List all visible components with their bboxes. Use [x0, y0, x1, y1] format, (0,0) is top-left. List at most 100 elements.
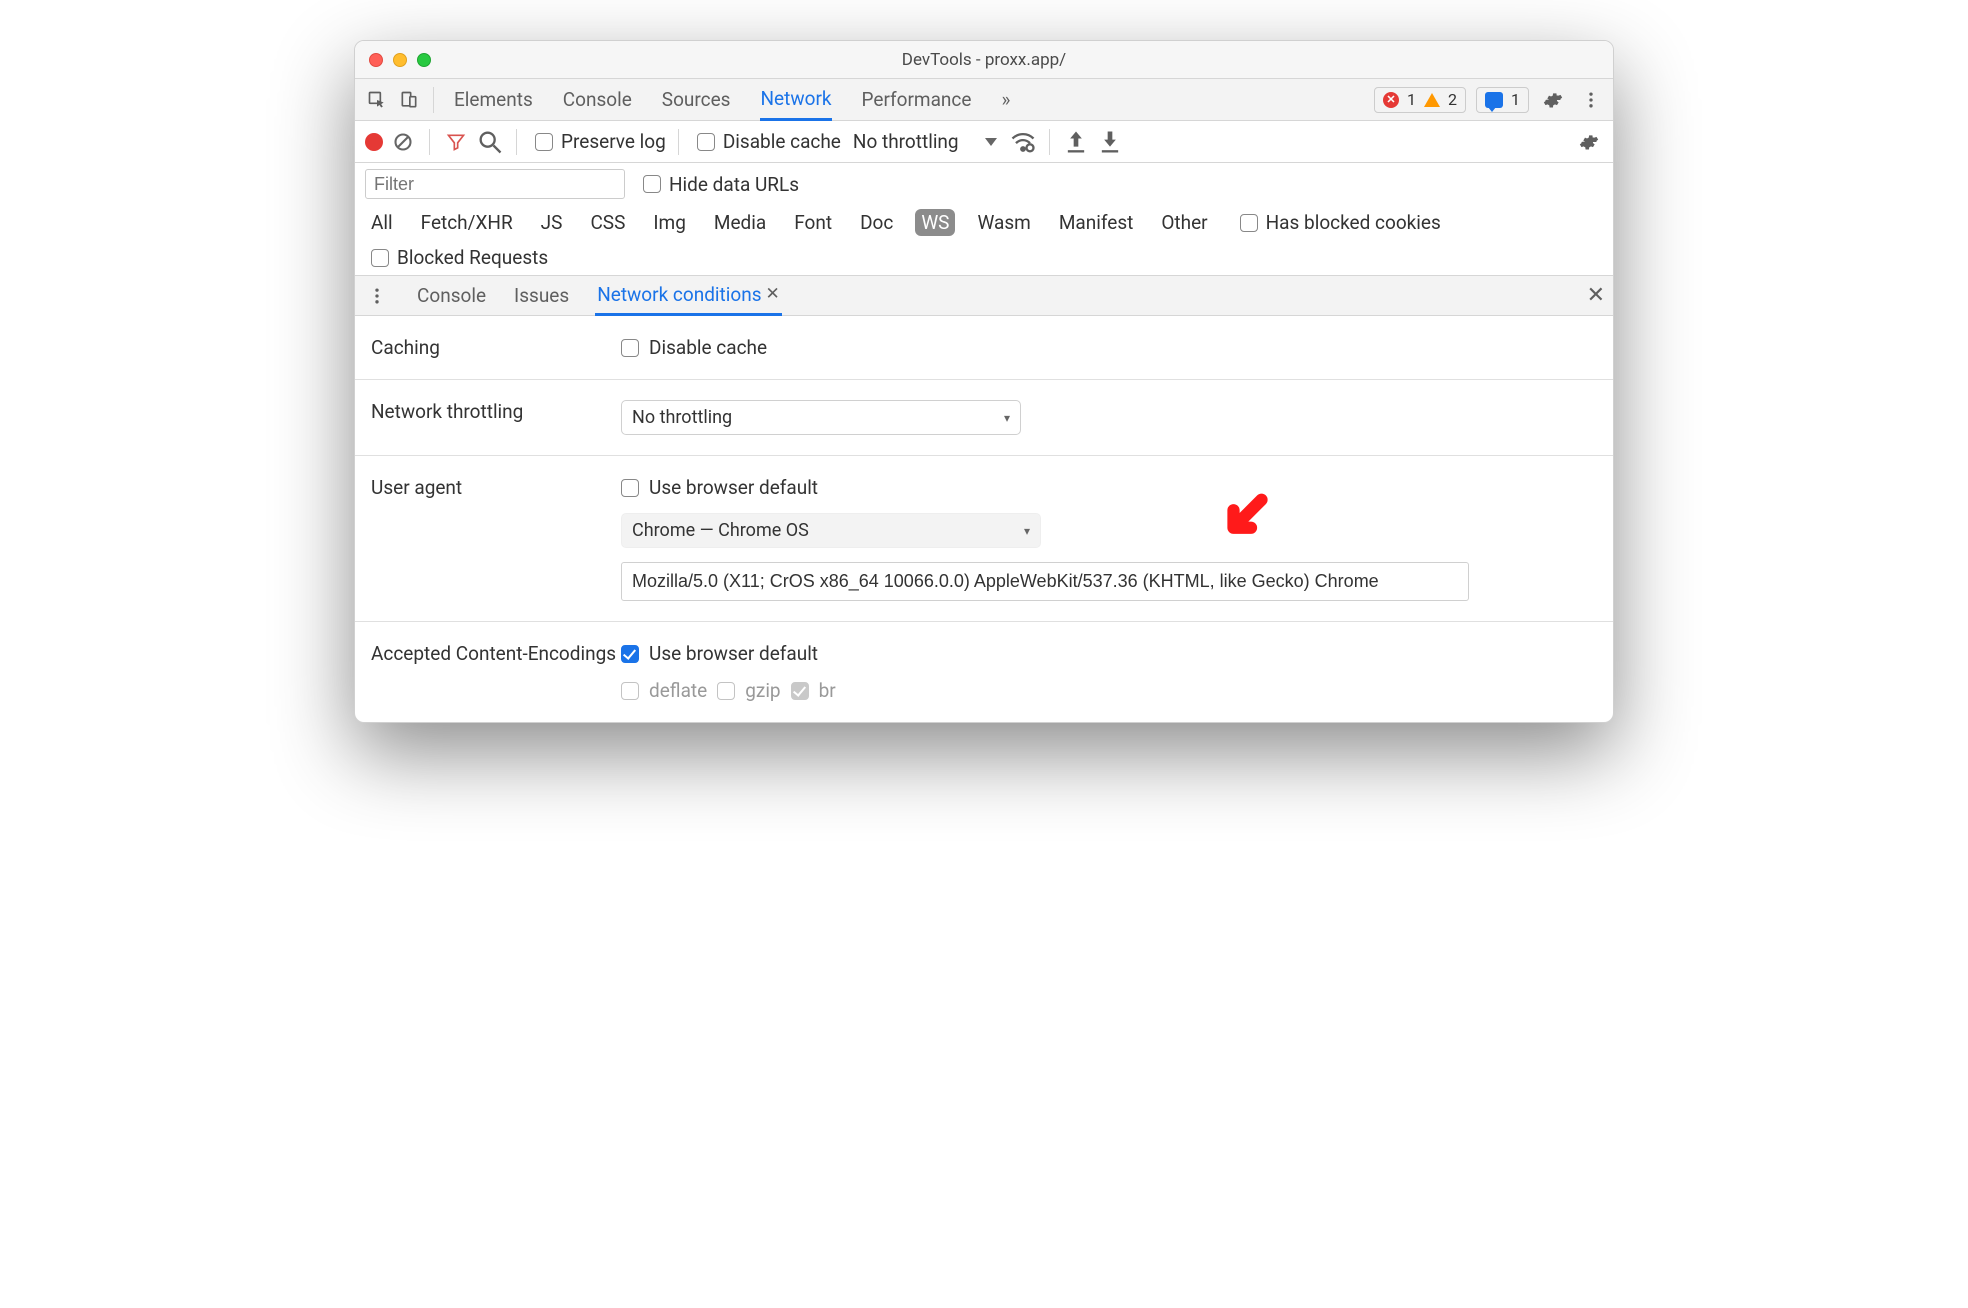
- drawer-tab-label: Network conditions: [597, 283, 761, 306]
- ua-selected-value: Chrome — Chrome OS: [632, 520, 809, 541]
- network-conditions-icon[interactable]: [1009, 128, 1037, 156]
- drawer-tabs: Console Issues Network conditions ✕ ✕: [355, 276, 1613, 316]
- type-fetchxhr[interactable]: Fetch/XHR: [415, 209, 519, 236]
- filter-input[interactable]: [365, 169, 625, 199]
- type-all[interactable]: All: [365, 209, 399, 236]
- caching-disable-checkbox[interactable]: Disable cache: [621, 336, 767, 359]
- device-toggle-icon[interactable]: [395, 86, 423, 114]
- clear-icon[interactable]: [389, 128, 417, 156]
- enc-deflate-checkbox[interactable]: deflate: [621, 679, 707, 702]
- enc-br-checkbox[interactable]: br: [791, 679, 836, 702]
- throttling-label: Network throttling: [371, 400, 621, 423]
- user-agent-label: User agent: [371, 476, 621, 499]
- main-tabs: Elements Console Sources Network Perform…: [454, 79, 1010, 121]
- drawer-more-icon[interactable]: [363, 282, 391, 310]
- issues-counter[interactable]: ✕ 1 2: [1374, 87, 1466, 113]
- tab-network[interactable]: Network: [760, 79, 831, 121]
- enc-gzip-label: gzip: [745, 679, 780, 702]
- filter-toggle-icon[interactable]: [442, 128, 470, 156]
- close-tab-icon[interactable]: ✕: [766, 284, 780, 304]
- type-manifest[interactable]: Manifest: [1053, 209, 1140, 236]
- enc-deflate-label: deflate: [649, 679, 707, 702]
- record-button[interactable]: [365, 133, 383, 151]
- type-doc[interactable]: Doc: [854, 209, 899, 236]
- type-css[interactable]: CSS: [584, 209, 631, 236]
- row-throttling: Network throttling No throttling ▾: [355, 380, 1613, 456]
- tabs-overflow-icon[interactable]: »: [1001, 80, 1010, 119]
- settings-icon[interactable]: [1539, 86, 1567, 114]
- separator: [429, 129, 430, 155]
- preserve-log-checkbox[interactable]: Preserve log: [535, 130, 666, 153]
- has-blocked-cookies-label: Has blocked cookies: [1266, 211, 1441, 234]
- disable-cache-checkbox[interactable]: Disable cache: [697, 130, 841, 153]
- preserve-log-label: Preserve log: [561, 130, 666, 153]
- drawer-tab-console[interactable]: Console: [415, 277, 488, 314]
- separator: [1049, 129, 1050, 155]
- type-wasm[interactable]: Wasm: [971, 209, 1036, 236]
- type-js[interactable]: JS: [535, 209, 569, 236]
- tab-sources[interactable]: Sources: [662, 80, 731, 119]
- has-blocked-cookies-checkbox[interactable]: Has blocked cookies: [1240, 211, 1441, 234]
- ua-use-default-label: Use browser default: [649, 476, 818, 499]
- upload-har-icon[interactable]: [1062, 128, 1090, 156]
- row-user-agent: User agent Use browser default Chrome — …: [355, 456, 1613, 622]
- more-menu-icon[interactable]: [1577, 86, 1605, 114]
- blocked-requests-checkbox[interactable]: Blocked Requests: [371, 246, 1603, 269]
- throttling-select[interactable]: No throttling ▾: [621, 400, 1021, 435]
- annotation-arrow-icon: [1216, 491, 1272, 552]
- separator: [678, 129, 679, 155]
- tab-elements[interactable]: Elements: [454, 80, 533, 119]
- enc-use-default-label: Use browser default: [649, 642, 818, 665]
- warning-count: 2: [1448, 90, 1457, 109]
- chevron-down-icon: [985, 138, 997, 146]
- messages-counter[interactable]: 1: [1476, 87, 1529, 113]
- drawer-tab-network-conditions[interactable]: Network conditions ✕: [595, 276, 782, 316]
- inspect-icon[interactable]: [363, 86, 391, 114]
- ua-string-input[interactable]: [621, 562, 1469, 601]
- encodings-label: Accepted Content-Encodings: [371, 642, 621, 665]
- devtools-window: DevTools - proxx.app/ Elements Console S…: [354, 40, 1614, 723]
- throttling-select[interactable]: No throttling: [853, 130, 997, 153]
- blocked-requests-label: Blocked Requests: [397, 246, 548, 269]
- message-count: 1: [1511, 90, 1520, 109]
- enc-gzip-checkbox[interactable]: gzip: [717, 679, 780, 702]
- error-count: 1: [1407, 90, 1416, 109]
- type-font[interactable]: Font: [788, 209, 838, 236]
- throttling-selected-value: No throttling: [632, 407, 732, 428]
- disable-cache-label: Disable cache: [723, 130, 841, 153]
- ua-use-default-checkbox[interactable]: Use browser default: [621, 476, 818, 499]
- separator: [433, 87, 434, 113]
- caching-label: Caching: [371, 336, 621, 359]
- enc-use-default-checkbox[interactable]: Use browser default: [621, 642, 818, 665]
- titlebar: DevTools - proxx.app/: [355, 41, 1613, 79]
- drawer-tab-issues[interactable]: Issues: [512, 277, 571, 314]
- throttling-value: No throttling: [853, 130, 959, 153]
- network-settings-icon[interactable]: [1575, 128, 1603, 156]
- search-icon[interactable]: [476, 128, 504, 156]
- hide-data-urls-checkbox[interactable]: Hide data URLs: [643, 173, 799, 196]
- close-drawer-icon[interactable]: ✕: [1587, 283, 1605, 308]
- network-toolbar: Preserve log Disable cache No throttling: [355, 121, 1613, 163]
- network-conditions-panel: Caching Disable cache Network throttling…: [355, 316, 1613, 722]
- row-caching: Caching Disable cache: [355, 316, 1613, 380]
- type-ws[interactable]: WS: [915, 209, 955, 236]
- tab-console[interactable]: Console: [563, 80, 632, 119]
- type-img[interactable]: Img: [647, 209, 692, 236]
- chevron-down-icon: ▾: [1024, 524, 1030, 538]
- row-encodings: Accepted Content-Encodings Use browser d…: [355, 622, 1613, 708]
- ua-select[interactable]: Chrome — Chrome OS ▾: [621, 513, 1041, 548]
- chevron-down-icon: ▾: [1004, 411, 1010, 425]
- type-filters: All Fetch/XHR JS CSS Img Media Font Doc …: [365, 209, 1603, 236]
- separator: [516, 129, 517, 155]
- tab-performance[interactable]: Performance: [862, 80, 972, 119]
- enc-br-label: br: [819, 679, 836, 702]
- caching-disable-label: Disable cache: [649, 336, 767, 359]
- type-media[interactable]: Media: [708, 209, 772, 236]
- message-icon: [1485, 92, 1503, 108]
- download-har-icon[interactable]: [1096, 128, 1124, 156]
- window-title: DevTools - proxx.app/: [355, 50, 1613, 70]
- warning-icon: [1424, 93, 1440, 107]
- hide-data-urls-label: Hide data URLs: [669, 173, 799, 196]
- type-other[interactable]: Other: [1155, 209, 1213, 236]
- error-icon: ✕: [1383, 92, 1399, 108]
